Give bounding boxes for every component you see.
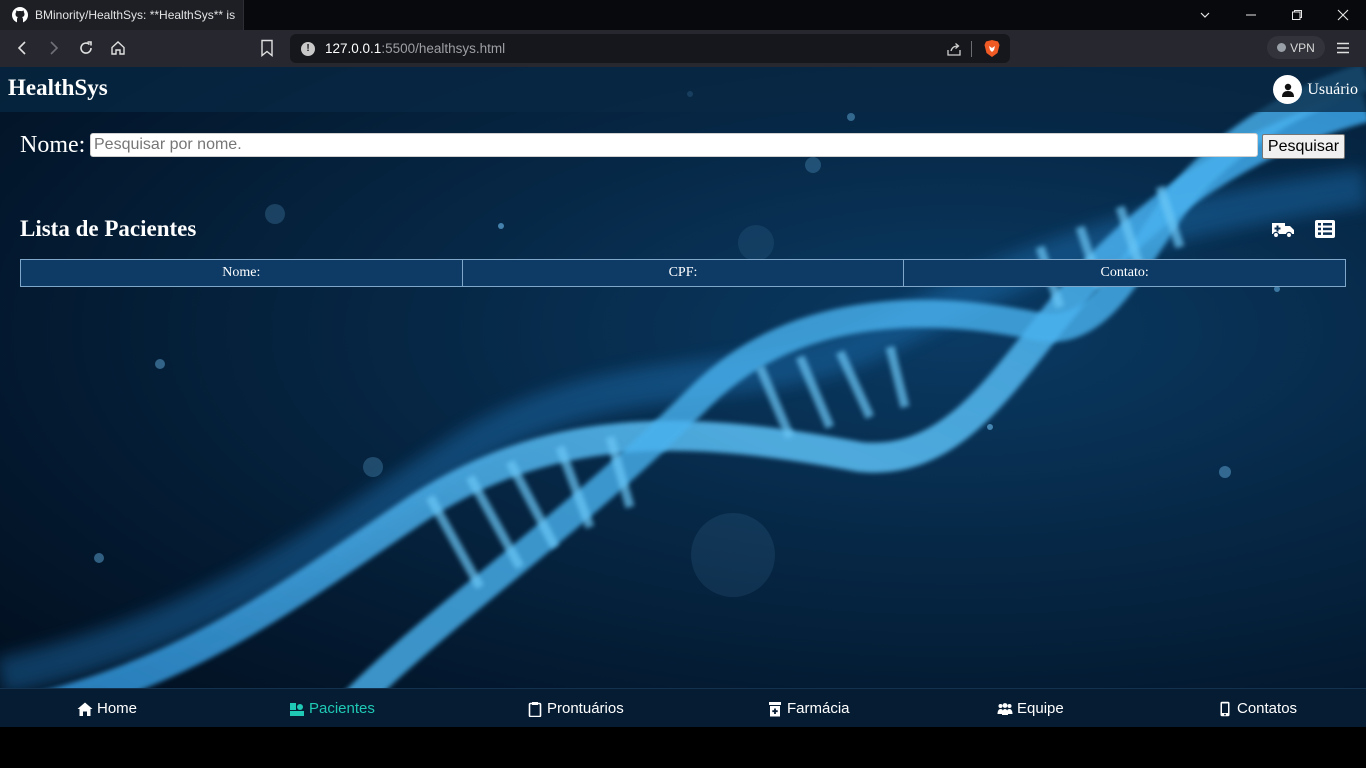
app-header: HealthSys Usuário [0, 67, 1366, 112]
url-host: 127.0.0.1 [325, 41, 382, 56]
back-button[interactable] [6, 32, 38, 64]
close-button[interactable] [1320, 0, 1366, 30]
minimize-icon [1246, 14, 1256, 16]
table-header-row: Nome: CPF: Contato: [20, 259, 1346, 287]
nav-label-patients: Pacientes [309, 700, 375, 717]
nav-item-patients[interactable]: Pacientes [289, 689, 375, 728]
chevron-down-icon [1200, 12, 1210, 18]
user-menu[interactable]: Usuário [1273, 75, 1358, 104]
close-icon [1337, 9, 1349, 21]
bookmark-icon[interactable] [259, 39, 275, 57]
nav-label-team: Equipe [1017, 700, 1064, 717]
hamburger-menu-icon[interactable] [1335, 40, 1351, 56]
avatar[interactable] [1273, 75, 1303, 104]
user-icon [1281, 83, 1294, 97]
column-header-contact: Contato: [903, 259, 1346, 287]
share-icon[interactable] [946, 41, 962, 57]
tab-title: BMinority/HealthSys: **HealthSys** is [35, 8, 236, 22]
minimize-button[interactable] [1228, 0, 1274, 30]
reload-button[interactable] [70, 32, 102, 64]
nav-item-records[interactable]: Prontuários [527, 689, 624, 728]
address-divider [971, 41, 972, 57]
forward-button[interactable] [38, 32, 70, 64]
vpn-status-icon [1277, 43, 1287, 52]
search-label: Nome: [20, 132, 86, 158]
restore-button[interactable] [1274, 0, 1320, 30]
search-input[interactable] [90, 133, 1258, 157]
window-controls [1182, 0, 1366, 30]
patients-icon [290, 702, 304, 716]
nav-label-pharmacy: Farmácia [787, 700, 850, 717]
browser-tab-strip: BMinority/HealthSys: **HealthSys** is [0, 0, 1366, 30]
nav-item-home[interactable]: Home [77, 689, 137, 728]
browser-tab[interactable]: BMinority/HealthSys: **HealthSys** is [0, 0, 244, 30]
clipboard-icon [528, 701, 542, 717]
user-name[interactable]: Usuário [1307, 81, 1358, 99]
mobile-icon [1220, 701, 1230, 716]
browser-toolbar: ! 127.0.0.1:5500/healthsys.html G文 [0, 30, 1366, 87]
back-arrow-icon [17, 41, 26, 55]
home-outline-icon [111, 41, 125, 55]
tab-search-button[interactable] [1182, 0, 1228, 30]
dna-background-image [0, 67, 1366, 727]
nav-label-home: Home [97, 700, 138, 717]
list-icon[interactable] [1313, 219, 1337, 239]
nav-item-pharmacy[interactable]: Farmácia [767, 689, 850, 728]
prescription-bottle-icon [769, 701, 781, 716]
github-icon [12, 7, 28, 23]
nav-label-contacts: Contatos [1237, 700, 1298, 717]
forward-arrow-icon [50, 41, 59, 55]
site-info-icon[interactable]: ! [301, 41, 315, 56]
page-content: HealthSys Usuário Nome: Pesquisar Lista … [0, 67, 1366, 727]
nav-item-team[interactable]: Equipe [997, 689, 1064, 728]
brand-logo-text[interactable]: HealthSys [8, 75, 108, 101]
restore-icon [1292, 10, 1302, 20]
home-icon [77, 702, 93, 716]
brave-shields-icon[interactable] [983, 39, 1001, 58]
patients-table: Nome: CPF: Contato: [20, 259, 1346, 287]
home-button[interactable] [102, 32, 134, 64]
url-text: 127.0.0.1:5500/healthsys.html [325, 41, 505, 56]
search-button[interactable]: Pesquisar [1262, 134, 1345, 159]
column-header-cpf: CPF: [461, 259, 905, 287]
address-bar[interactable]: ! 127.0.0.1:5500/healthsys.html [290, 34, 1010, 63]
team-icon [997, 702, 1013, 715]
page-title: Lista de Pacientes [20, 216, 197, 241]
nav-label-records: Prontuários [547, 700, 624, 717]
bottom-navigation: Home Pacientes Prontuários Farmácia Equi… [0, 688, 1366, 727]
vpn-label: VPN [1290, 40, 1315, 55]
ambulance-icon[interactable] [1271, 219, 1295, 239]
column-header-name: Nome: [20, 259, 463, 287]
reload-icon [80, 41, 92, 54]
window-bottom-area [0, 727, 1366, 768]
url-path: :5500/healthsys.html [381, 41, 506, 56]
nav-item-contacts[interactable]: Contatos [1217, 689, 1297, 728]
vpn-button[interactable]: VPN [1267, 36, 1325, 59]
